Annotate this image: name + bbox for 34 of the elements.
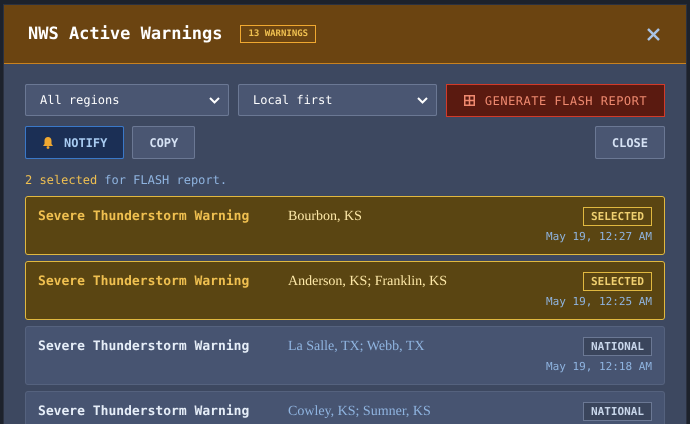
status-tag: SELECTED	[583, 207, 652, 226]
warning-time: May 19, 12:18 AM	[545, 360, 652, 373]
warning-time: May 19, 12:25 AM	[545, 295, 652, 308]
status-tag: SELECTED	[583, 272, 652, 291]
status-text: for FLASH report.	[104, 173, 228, 187]
chevron-icon	[209, 96, 220, 104]
warning-areas: Bourbon, KS	[288, 208, 362, 224]
status-tag: NATIONAL	[583, 402, 652, 421]
warning-card[interactable]: Severe Thunderstorm Warning Anderson, KS; Franklin, KS SELECTED May 19, 12:25 AM	[25, 261, 665, 320]
generate-report-button[interactable]: GENERATE FLASH REPORT	[446, 84, 665, 117]
warning-card[interactable]: Severe Thunderstorm Warning Bourbon, KS SELECTED May 19, 12:27 AM	[25, 196, 665, 255]
chevron-icon	[417, 96, 428, 104]
warning-areas: La Salle, TX; Webb, TX	[288, 338, 425, 354]
warning-title: Severe Thunderstorm Warning	[38, 339, 250, 354]
warning-time: May 19, 12:27 AM	[545, 230, 652, 243]
dropdown[interactable]: All regions	[25, 84, 229, 116]
warning-title: Severe Thunderstorm Warning	[38, 274, 250, 289]
warning-title: Severe Thunderstorm Warning	[38, 404, 250, 419]
grid-icon	[464, 95, 475, 106]
warning-count: 13 WARNINGS	[240, 25, 316, 43]
dropdown[interactable]: Local first	[238, 84, 437, 116]
close-icon[interactable]	[647, 28, 660, 40]
warning-areas: Cowley, KS; Sumner, KS	[288, 404, 431, 420]
copy-button[interactable]: COPY	[132, 126, 196, 159]
warning-title: Severe Thunderstorm Warning	[38, 209, 250, 224]
bell-icon	[42, 136, 54, 149]
status-tag: NATIONAL	[583, 337, 652, 356]
warning-card[interactable]: Severe Thunderstorm Warning La Salle, TX; Webb, TX NATIONAL May 19, 12:18 AM	[25, 326, 665, 385]
notify-button[interactable]: NOTIFY	[25, 126, 124, 159]
dialog-title: NWS Active Warnings	[28, 24, 222, 44]
warning-areas: Anderson, KS; Franklin, KS	[288, 274, 448, 290]
selected-count: 2 selected	[25, 173, 98, 187]
close-button[interactable]: CLOSE	[594, 126, 665, 159]
warning-card[interactable]: Severe Thunderstorm Warning Cowley, KS; Sumner, KS NATIONAL	[25, 391, 665, 424]
